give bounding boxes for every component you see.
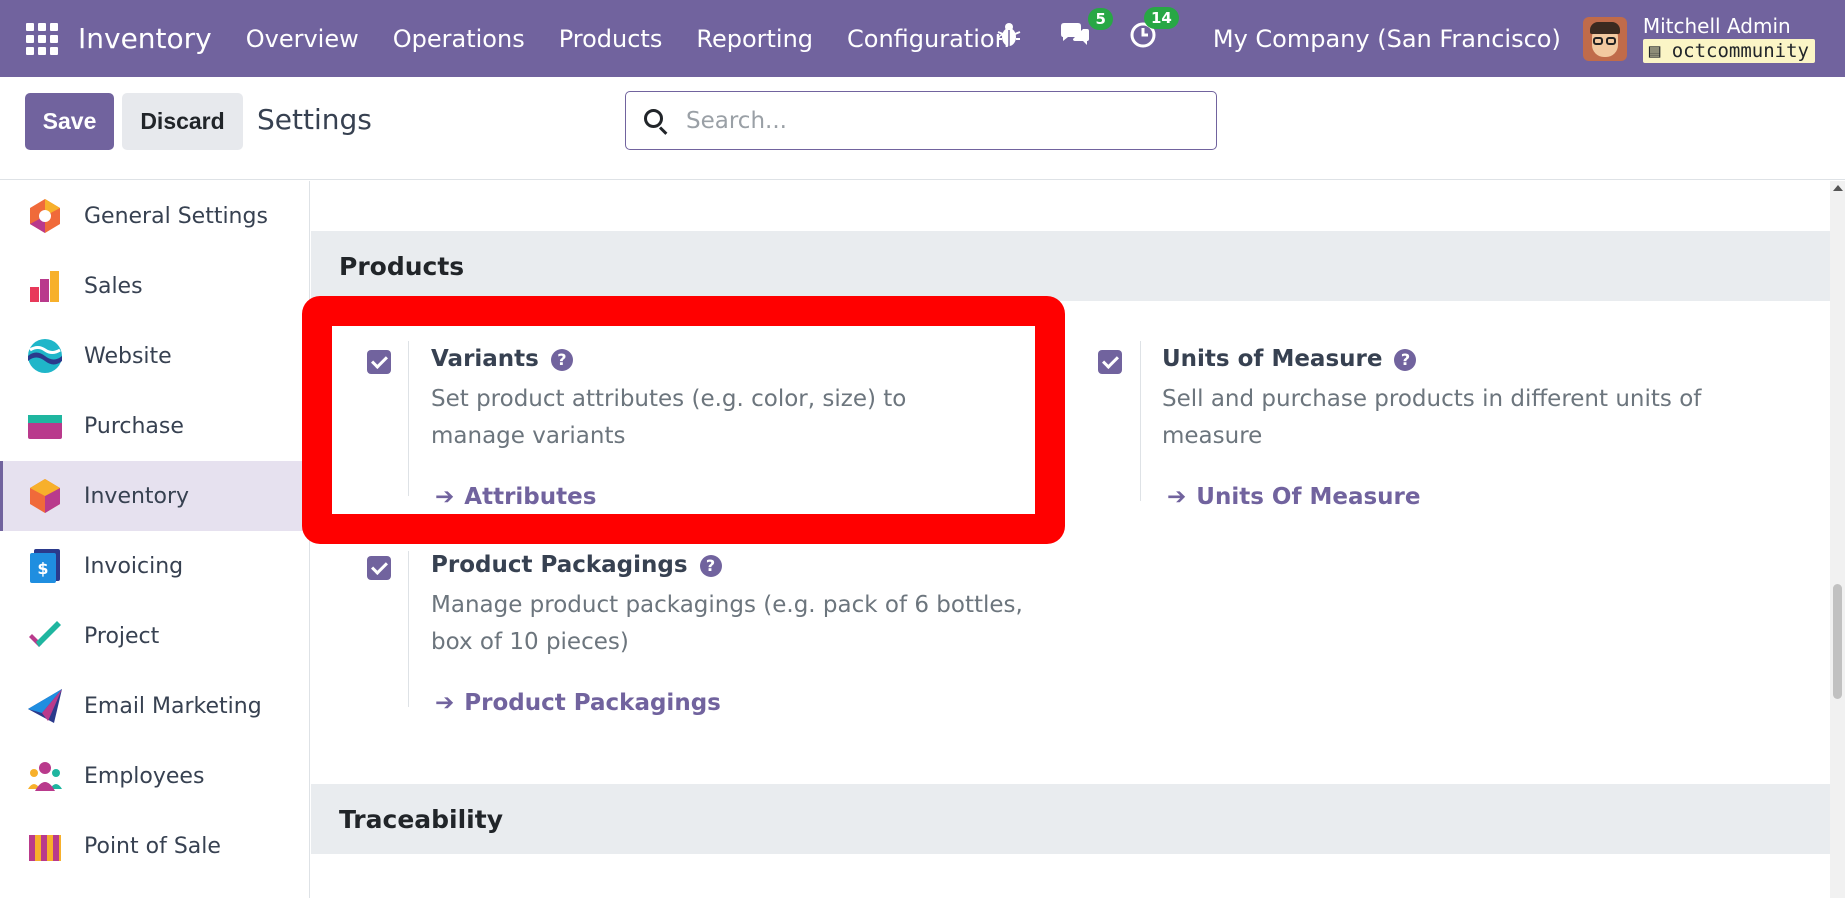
menu-item-configuration[interactable]: Configuration [847, 25, 1010, 53]
sales-icon [26, 267, 64, 305]
page-title: Settings [257, 103, 372, 136]
settings-content: Products Variants? Set product attribute… [311, 181, 1830, 898]
settings-sidebar: General Settings Sales Website Purchase … [0, 181, 310, 898]
variants-checkbox[interactable] [367, 350, 391, 374]
menu-item-operations[interactable]: Operations [393, 25, 525, 53]
chat-icon[interactable]: 5 [1059, 8, 1113, 55]
sidebar-item-general-settings[interactable]: General Settings [0, 181, 309, 251]
debug-bug-icon[interactable] [997, 22, 1021, 55]
units-of-measure-link[interactable]: ➔ Units Of Measure [1167, 484, 1421, 510]
menu-item-products[interactable]: Products [559, 25, 663, 53]
scrollbar[interactable] [1830, 181, 1845, 898]
attributes-link[interactable]: ➔ Attributes [435, 484, 596, 510]
invoicing-icon: $ [26, 547, 64, 585]
control-panel: Save Discard Settings [0, 77, 1845, 180]
variants-title: Variants? [431, 346, 573, 372]
sidebar-item-inventory[interactable]: Inventory [0, 461, 309, 531]
units-of-measure-title: Units of Measure? [1162, 346, 1417, 372]
menu-item-reporting[interactable]: Reporting [696, 25, 813, 53]
scroll-up-arrow-icon[interactable] [1833, 185, 1843, 191]
website-icon [26, 337, 64, 375]
search-input[interactable] [686, 107, 1186, 134]
scroll-thumb[interactable] [1833, 584, 1842, 699]
apps-menu-icon[interactable] [26, 22, 58, 55]
sidebar-item-website[interactable]: Website [0, 321, 309, 391]
product-packagings-help-icon[interactable]: ? [699, 554, 722, 577]
units-of-measure-checkbox[interactable] [1098, 350, 1122, 374]
divider [1140, 341, 1141, 501]
sidebar-item-employees[interactable]: Employees [0, 741, 309, 811]
variants-description: Set product attributes (e.g. color, size… [431, 386, 907, 449]
sidebar-item-point-of-sale[interactable]: Point of Sale [0, 811, 309, 881]
point-of-sale-icon [26, 827, 64, 865]
email-marketing-icon [26, 687, 64, 725]
search-icon [642, 107, 670, 135]
search-box[interactable] [625, 91, 1217, 150]
app-brand[interactable]: Inventory [78, 22, 212, 55]
units-of-measure-help-icon[interactable]: ? [1394, 348, 1417, 371]
sidebar-item-invoicing[interactable]: $ Invoicing [0, 531, 309, 601]
menu-item-overview[interactable]: Overview [246, 25, 359, 53]
units-of-measure-description: Sell and purchase products in different … [1162, 386, 1702, 449]
navbar-systray: 5 14 My Company (San Francisco) Mitchell… [997, 0, 1845, 77]
arrow-right-icon: ➔ [1167, 484, 1187, 510]
general-settings-icon [26, 197, 64, 235]
sidebar-item-sales[interactable]: Sales [0, 251, 309, 321]
section-heading-traceability: Traceability [311, 784, 1830, 854]
arrow-right-icon: ➔ [435, 690, 455, 716]
variants-help-icon[interactable]: ? [550, 348, 573, 371]
section-heading-products: Products [311, 231, 1830, 301]
divider [408, 551, 409, 707]
product-packagings-description: Manage product packagings (e.g. pack of … [431, 592, 1023, 655]
product-packagings-checkbox[interactable] [367, 556, 391, 580]
user-menu[interactable]: Mitchell Admin ▤ octcommunity [1642, 13, 1815, 63]
user-name: Mitchell Admin [1642, 13, 1791, 38]
sidebar-item-purchase[interactable]: Purchase [0, 391, 309, 461]
activity-badge: 14 [1144, 7, 1179, 29]
inventory-icon [26, 477, 64, 515]
purchase-icon [26, 407, 64, 445]
main-menu: Overview Operations Products Reporting C… [246, 25, 1044, 53]
company-switcher[interactable]: My Company (San Francisco) [1213, 25, 1561, 53]
activity-clock-icon[interactable]: 14 [1129, 7, 1179, 56]
database-name: ▤ octcommunity [1642, 38, 1815, 63]
sidebar-item-email-marketing[interactable]: Email Marketing [0, 671, 309, 741]
chat-badge: 5 [1088, 8, 1113, 30]
project-icon [26, 617, 64, 655]
save-button[interactable]: Save [25, 93, 114, 150]
product-packagings-link[interactable]: ➔ Product Packagings [435, 690, 721, 716]
svg-text:$: $ [37, 559, 48, 578]
discard-button[interactable]: Discard [122, 93, 243, 150]
employees-icon [26, 757, 64, 795]
arrow-right-icon: ➔ [435, 484, 455, 510]
sidebar-item-project[interactable]: Project [0, 601, 309, 671]
user-avatar[interactable] [1582, 16, 1627, 61]
product-packagings-title: Product Packagings? [431, 552, 722, 578]
divider [408, 341, 409, 496]
top-navbar: Inventory Overview Operations Products R… [0, 0, 1845, 77]
